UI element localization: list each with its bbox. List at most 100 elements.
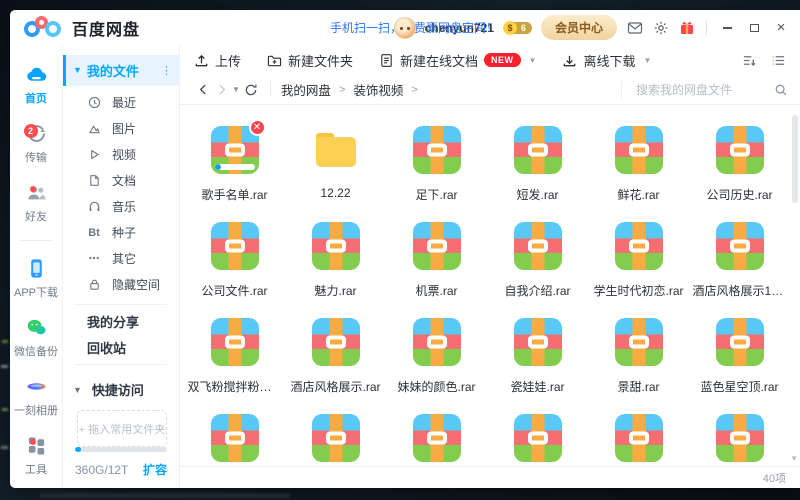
rar-archive-icon [413, 414, 461, 462]
sidebar-category-torrent[interactable]: Bt种子 [63, 220, 179, 246]
rar-archive-icon [413, 318, 461, 366]
file-item[interactable]: 瓷娃娃.rar [487, 305, 588, 401]
breadcrumb-current[interactable]: 装饰视频 [353, 80, 403, 99]
search-input[interactable] [636, 83, 766, 97]
file-name: 妹妹的颜色.rar [397, 378, 475, 395]
scrollbar-thumb[interactable] [792, 115, 798, 203]
rail-item-4[interactable]: APP下载 [10, 249, 62, 308]
coin-badge[interactable]: $ 6 [503, 21, 532, 35]
refresh-button[interactable] [242, 83, 260, 97]
file-item[interactable]: 没有灯光的效果.rar [184, 401, 285, 466]
sidebar-category-images[interactable]: 图片 [63, 116, 179, 142]
category-label: 音乐 [112, 198, 136, 215]
sidebar-category-hidden-space[interactable]: 隐藏空间 [63, 272, 179, 298]
rail-item-1[interactable]: 首页 [10, 55, 62, 114]
rar-archive-icon [514, 414, 562, 462]
file-item[interactable]: 自我介绍.rar [487, 209, 588, 305]
rail-item-7[interactable]: 工具 [10, 426, 62, 485]
more-dots-icon[interactable]: ⋮ [161, 64, 173, 77]
rail-item-label: 一刻相册 [14, 402, 58, 418]
file-item[interactable]: 公司历史.rar [689, 113, 790, 209]
sidebar-category-other[interactable]: ⋯其它 [63, 246, 179, 272]
file-name: 公司文件.rar [201, 282, 267, 299]
rail-item-5[interactable]: 微信备份 [10, 308, 62, 367]
folder-item[interactable]: 12.22 [285, 113, 386, 209]
storage-progress-fill [75, 447, 81, 452]
settings-gear-icon[interactable] [652, 19, 669, 36]
rail-item-3[interactable]: 好友 [10, 173, 62, 232]
file-item[interactable]: 景甜.rar [588, 305, 689, 401]
file-item[interactable]: 足下.rar [386, 113, 487, 209]
forward-button[interactable] [212, 83, 230, 96]
file-item[interactable]: 蓝色星空顶.rar [689, 305, 790, 401]
new-online-doc-button[interactable]: 新建在线文档 NEW ▼ [379, 51, 536, 70]
file-name: 魅力.rar [314, 282, 356, 299]
sidebar-category-recent[interactable]: 最近 [63, 90, 179, 116]
sidebar-category-music[interactable]: 音乐 [63, 194, 179, 220]
upload-button[interactable]: 上传 [194, 51, 241, 70]
chevron-down-icon[interactable]: ▼ [529, 56, 537, 65]
sidebar-category-videos[interactable]: 视频 [63, 142, 179, 168]
rar-archive-icon [312, 414, 360, 462]
search-box [621, 81, 788, 99]
mail-icon[interactable] [626, 19, 643, 36]
file-item[interactable]: 装修173视频.rar [386, 401, 487, 466]
file-item[interactable]: 瓦京士.rar [285, 401, 386, 466]
sidebar-item-recycle-bin[interactable]: 回收站 [63, 334, 179, 360]
search-icon[interactable] [774, 83, 788, 97]
notification-badge: 2 [24, 124, 38, 138]
file-item[interactable]: 公司文件.rar [184, 209, 285, 305]
status-bar: 40项 [180, 466, 800, 488]
rar-archive-icon [716, 414, 764, 462]
close-button[interactable]: × [772, 19, 790, 37]
vip-center-button[interactable]: 会员中心 [541, 15, 617, 40]
offline-download-button[interactable]: 离线下载 ▼ [562, 51, 651, 70]
rar-archive-icon [615, 414, 663, 462]
sidebar-category-documents[interactable]: 文档 [63, 168, 179, 194]
rail-item-6[interactable]: 一刻相册 [10, 367, 62, 426]
maximize-button[interactable] [745, 19, 763, 37]
sidebar-item-my-share[interactable]: 我的分享 [63, 309, 179, 335]
error-badge-icon[interactable]: ✕ [249, 119, 266, 136]
breadcrumb-root[interactable]: 我的网盘 [281, 80, 331, 99]
file-item[interactable]: 牛魔.rar [689, 401, 790, 466]
chevron-down-icon: ▼ [73, 65, 82, 75]
file-item[interactable]: 佳木斯.rar [487, 401, 588, 466]
back-button[interactable] [194, 83, 212, 96]
wechat-backup-icon [25, 316, 48, 339]
history-dropdown-icon[interactable]: ▼ [232, 85, 240, 94]
sidebar-item-my-files[interactable]: ▼ 我的文件 ⋮ [63, 55, 179, 86]
file-item[interactable]: 学生时代初恋.rar [588, 209, 689, 305]
file-item[interactable]: 短发.rar [487, 113, 588, 209]
file-item[interactable]: 鲜花.rar [588, 113, 689, 209]
rail-item-label: 好友 [25, 208, 47, 224]
file-item[interactable]: 00.rar [588, 401, 689, 466]
file-item[interactable]: 妹妹的颜色.rar [386, 305, 487, 401]
scrollbar-down-arrow[interactable]: ▼ [790, 454, 798, 463]
expand-storage-button[interactable]: 扩容 [143, 461, 167, 478]
notification-dot [30, 186, 36, 192]
minimize-button[interactable] [718, 19, 736, 37]
gift-icon[interactable] [678, 19, 695, 36]
titlebar: 百度网盘 手机扫一扫，免费赢网盘空间！ chenyun721 $ 6 会员中心 … [10, 10, 800, 45]
sidebar-item-quick-access[interactable]: ▼ 快捷访问 [63, 377, 179, 403]
desktop-background-fragment [40, 493, 290, 498]
file-grid-area: ✕歌手名单.rar12.22足下.rar短发.rar鲜花.rar公司历史.rar… [180, 105, 800, 466]
chevron-down-icon[interactable]: ▼ [643, 56, 651, 65]
new-folder-button[interactable]: 新建文件夹 [267, 51, 353, 70]
folder-icon [312, 126, 360, 174]
file-item[interactable]: 魅力.rar [285, 209, 386, 305]
file-item[interactable]: ✕歌手名单.rar [184, 113, 285, 209]
user-avatar[interactable] [394, 17, 416, 39]
file-item[interactable]: 机票.rar [386, 209, 487, 305]
view-mode-icon[interactable] [771, 53, 786, 68]
app-download-icon [25, 257, 48, 280]
rail-item-2[interactable]: 2传输 [10, 114, 62, 173]
drag-folder-dropzone[interactable]: + 拖入常用文件夹 [77, 410, 167, 447]
file-item[interactable]: 酒店风格展示1.rar [689, 209, 790, 305]
file-item[interactable]: 双飞粉搅拌粉色.r... [184, 305, 285, 401]
sort-order-icon[interactable] [742, 53, 757, 68]
file-item[interactable]: 酒店风格展示.rar [285, 305, 386, 401]
rar-archive-icon [615, 222, 663, 270]
left-rail: 首页2传输好友 APP下载微信备份一刻相册工具 [10, 45, 63, 488]
